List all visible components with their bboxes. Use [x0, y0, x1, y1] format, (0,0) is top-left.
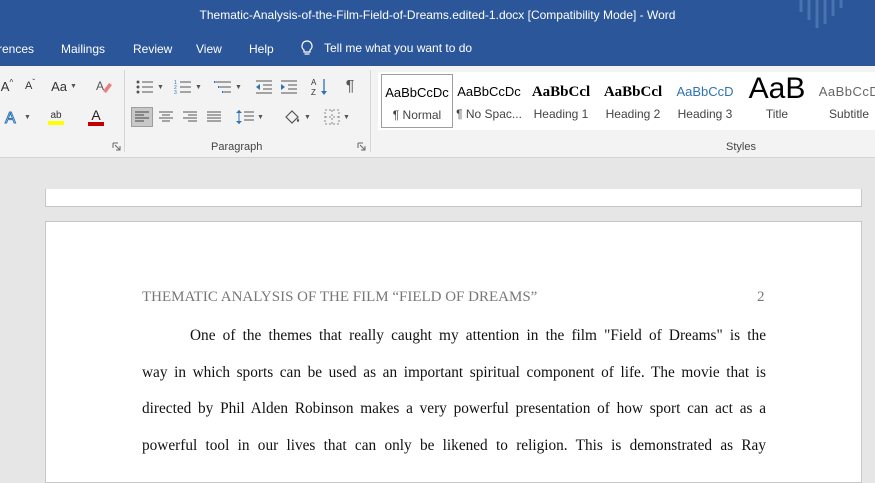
align-right-icon	[183, 111, 197, 122]
multilevel-list-icon	[214, 81, 232, 93]
style-sample: AaBbCcD	[818, 84, 875, 99]
borders-button[interactable]: ▼	[320, 107, 354, 127]
title-bar-pattern	[799, 0, 843, 28]
style-heading-1[interactable]: AaBbCcl Heading 1	[525, 74, 597, 128]
tab-help[interactable]: Help	[249, 42, 274, 56]
svg-text:A: A	[96, 79, 104, 93]
highlight-color-swatch	[48, 120, 64, 125]
page-number: 2	[757, 289, 765, 305]
svg-text:Z: Z	[311, 88, 316, 97]
style-sample: AaBbCcD	[676, 84, 734, 99]
style-heading-3[interactable]: AaBbCcD Heading 3	[669, 74, 741, 128]
shrink-font-button[interactable]: Aˇ	[22, 78, 38, 94]
font-color-swatch	[88, 122, 104, 126]
styles-gallery: AaBbCcDc ¶ Normal AaBbCcDc ¶ No Spac... …	[378, 72, 875, 130]
text-line: One of the themes that really caught my …	[190, 327, 766, 344]
tab-mailings[interactable]: Mailings	[61, 42, 105, 56]
lightbulb-icon	[301, 40, 313, 55]
shading-button[interactable]: ▼	[280, 107, 314, 127]
align-left-button[interactable]	[131, 107, 153, 127]
sort-icon: A Z	[311, 78, 327, 97]
increase-indent-button[interactable]	[279, 78, 299, 96]
paragraph-group-label: Paragraph	[211, 141, 263, 153]
tell-me-label: Tell me what you want to do	[324, 41, 473, 55]
style-sample: AaBbCcDc	[457, 84, 521, 99]
group-separator	[370, 70, 371, 152]
tab-references[interactable]: rences	[0, 42, 34, 56]
sort-button[interactable]: A Z	[310, 77, 330, 97]
ribbon-tabs: rences Mailings Review View Help Tell me…	[0, 32, 875, 66]
text-line: directed by Phil Alden Robinson makes a …	[142, 400, 766, 418]
styles-group-label: Styles	[726, 141, 756, 153]
highlight-label: ab	[50, 109, 62, 121]
style-sample: AaBbCcDc	[385, 85, 449, 100]
pilcrow-icon: ¶	[345, 78, 355, 95]
style-name: ¶ No Spac...	[456, 107, 522, 121]
show-formatting-marks-button[interactable]: ¶	[340, 77, 360, 97]
font-dialog-launcher-icon[interactable]	[112, 142, 121, 151]
highlight-button[interactable]: ab	[40, 106, 72, 128]
line-spacing-button[interactable]: ▼	[234, 107, 266, 127]
multilevel-list-button[interactable]: ▼	[212, 78, 244, 96]
eraser-icon: A	[96, 79, 112, 93]
tab-view[interactable]: View	[196, 42, 222, 56]
align-left-icon	[135, 111, 149, 122]
page-header: THEMATIC ANALYSIS OF THE FILM “FIELD OF …	[142, 289, 538, 305]
style-title[interactable]: AaB Title	[741, 74, 813, 128]
tab-review[interactable]: Review	[133, 42, 172, 56]
document-workspace: THEMATIC ANALYSIS OF THE FILM “FIELD OF …	[0, 158, 875, 483]
text-line: powerful tool in our lives that can only…	[142, 437, 766, 455]
document-page[interactable]: THEMATIC ANALYSIS OF THE FILM “FIELD OF …	[45, 221, 862, 483]
style-name: Heading 1	[533, 107, 589, 121]
grow-font-button[interactable]: A ^	[0, 78, 14, 94]
style-normal[interactable]: AaBbCcDc ¶ Normal	[381, 74, 453, 128]
tell-me-box[interactable]: Tell me what you want to do	[300, 40, 472, 56]
style-sample: AaBbCcl	[603, 84, 663, 100]
bullets-icon	[136, 80, 154, 94]
align-right-button[interactable]	[180, 107, 200, 127]
svg-text:A: A	[311, 78, 317, 87]
window-title: Thematic-Analysis-of-the-Film-Field-of-D…	[199, 8, 676, 22]
bullets-button[interactable]: ▼	[134, 78, 166, 96]
style-name: Heading 2	[605, 107, 661, 121]
style-name: Subtitle	[828, 107, 870, 121]
text-effects-button[interactable]: A ▼	[2, 108, 32, 127]
style-sample: AaB	[748, 74, 806, 105]
style-name: Title	[765, 107, 789, 121]
style-name: Heading 3	[677, 107, 733, 121]
font-color-button[interactable]: A	[80, 106, 112, 128]
change-case-button[interactable]: Aa ▼	[50, 78, 78, 94]
numbering-icon: 123	[174, 80, 192, 94]
body-text[interactable]: One of the themes that really caught my …	[142, 318, 766, 465]
increase-indent-icon	[281, 80, 297, 94]
justify-icon	[207, 111, 221, 122]
decrease-indent-button[interactable]	[254, 78, 274, 96]
paint-bucket-icon	[285, 110, 300, 124]
borders-icon	[324, 109, 340, 125]
decrease-indent-icon	[256, 80, 272, 94]
change-case-label: Aa	[51, 78, 67, 94]
previous-page-bottom	[45, 189, 862, 207]
style-name: ¶ Normal	[392, 108, 442, 122]
style-no-spacing[interactable]: AaBbCcDc ¶ No Spac...	[453, 74, 525, 128]
text-line: way in which sports can be used as an im…	[142, 363, 766, 381]
grow-font-label: A	[0, 78, 10, 94]
svg-text:A: A	[5, 110, 16, 126]
style-subtitle[interactable]: AaBbCcD Subtitle	[813, 74, 875, 128]
shrink-font-label: A	[24, 80, 33, 92]
clear-formatting-button[interactable]: A	[95, 77, 113, 95]
align-center-icon	[159, 111, 173, 122]
style-sample: AaBbCcl	[531, 84, 591, 100]
justify-button[interactable]	[204, 107, 224, 127]
center-button[interactable]	[156, 107, 176, 127]
font-color-label: A	[91, 107, 101, 123]
group-separator	[124, 70, 125, 152]
style-heading-2[interactable]: AaBbCcl Heading 2	[597, 74, 669, 128]
text-effects-icon: A	[5, 110, 17, 127]
paragraph-dialog-launcher-icon[interactable]	[357, 142, 366, 151]
numbering-button[interactable]: 123 ▼	[172, 78, 204, 96]
line-spacing-icon	[236, 110, 255, 124]
svg-text:3: 3	[174, 90, 177, 94]
title-bar: Thematic-Analysis-of-the-Film-Field-of-D…	[0, 0, 875, 32]
